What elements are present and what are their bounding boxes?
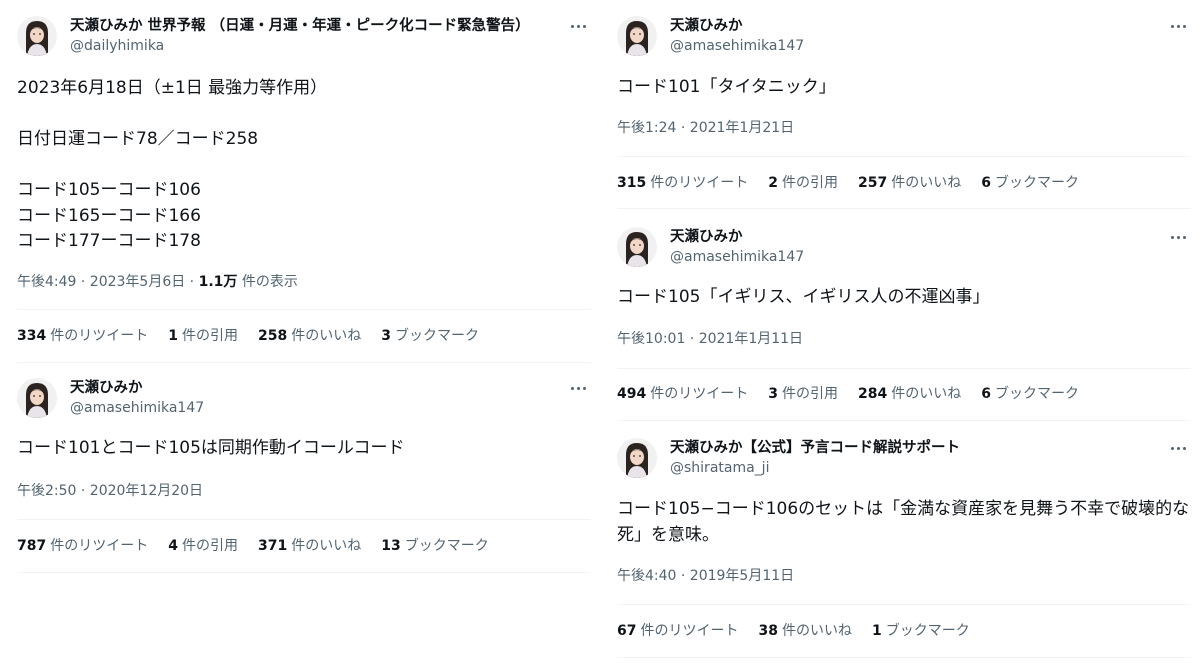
divider <box>617 420 1191 421</box>
divider <box>617 368 1191 369</box>
retweets-stat[interactable]: 787 件のリツイート <box>17 536 148 556</box>
engagement-stats: 334 件のリツイート 1 件の引用 258 件のいいね 3 ブックマーク <box>17 326 591 346</box>
divider <box>17 519 591 520</box>
avatar[interactable] <box>617 16 657 56</box>
tweet-card[interactable]: 天瀬ひみか @amasehimika147 コード101とコード105は同期作動… <box>17 378 591 578</box>
user-handle[interactable]: @shiratama_ji <box>670 459 960 478</box>
user-handle[interactable]: @amasehimika147 <box>670 37 804 56</box>
user-handle[interactable]: @amasehimika147 <box>670 248 804 267</box>
more-horizontal-icon[interactable] <box>1165 16 1191 36</box>
tweet-text: コード101「タイタニック」 <box>617 77 836 97</box>
quotes-stat[interactable]: 3 件の引用 <box>768 384 838 404</box>
timestamp-text[interactable]: 午後4:49 · 2023年5月6日 · <box>17 274 199 290</box>
tweet-card[interactable]: 天瀬ひみか @amasehimika147 コード105「イギリス、イギリス人の… <box>617 227 1191 423</box>
retweets-stat[interactable]: 67 件のリツイート <box>617 621 738 641</box>
user-handle[interactable]: @dailyhimika <box>70 37 530 56</box>
more-horizontal-icon[interactable] <box>565 16 591 36</box>
tweet-timestamp[interactable]: 午後10:01 · 2021年1月11日 <box>617 329 803 349</box>
display-name[interactable]: 天瀬ひみか <box>70 379 204 398</box>
divider <box>617 657 1191 658</box>
bookmarks-stat[interactable]: 6 ブックマーク <box>981 173 1079 193</box>
engagement-stats: 315 件のリツイート 2 件の引用 257 件のいいね 6 ブックマーク <box>617 173 1191 193</box>
tweet-text: コード105−コード106のセットは「金満な資産家を見舞う不幸で破壊的な 死」を… <box>617 499 1190 545</box>
quotes-stat[interactable]: 1 件の引用 <box>168 326 238 346</box>
engagement-stats: 494 件のリツイート 3 件の引用 284 件のいいね 6 ブックマーク <box>617 384 1191 404</box>
engagement-stats: 787 件のリツイート 4 件の引用 371 件のいいね 13 ブックマーク <box>17 536 591 556</box>
divider <box>617 604 1191 605</box>
more-horizontal-icon[interactable] <box>1165 438 1191 458</box>
display-name[interactable]: 天瀬ひみか【公式】予言コード解説サポート <box>670 439 960 458</box>
more-horizontal-icon[interactable] <box>1165 227 1191 247</box>
display-name[interactable]: 天瀬ひみか 世界予報 （日運・月運・年運・ピーク化コード緊急警告） <box>70 17 530 36</box>
tweet-text: コード101とコード105は同期作動イコールコード <box>17 438 405 458</box>
tweet-card[interactable]: 天瀬ひみか 世界予報 （日運・月運・年運・ピーク化コード緊急警告） @daily… <box>17 16 591 364</box>
tweet-timestamp[interactable]: 午後1:24 · 2021年1月21日 <box>617 118 794 138</box>
tweet-timestamp[interactable]: 午後2:50 · 2020年12月20日 <box>17 481 203 501</box>
retweets-stat[interactable]: 494 件のリツイート <box>617 384 748 404</box>
retweets-stat[interactable]: 334 件のリツイート <box>17 326 148 346</box>
user-handle[interactable]: @amasehimika147 <box>70 399 204 418</box>
divider <box>17 572 591 573</box>
tweet-card[interactable]: 天瀬ひみか @amasehimika147 コード101「タイタニック」 午後1… <box>617 16 1191 209</box>
tweet-header: 天瀬ひみか @amasehimika147 <box>617 227 1191 273</box>
likes-stat[interactable]: 257 件のいいね <box>858 173 961 193</box>
views-count: 1.1万 <box>198 274 238 290</box>
likes-stat[interactable]: 284 件のいいね <box>858 384 961 404</box>
likes-stat[interactable]: 371 件のいいね <box>258 536 361 556</box>
bookmarks-stat[interactable]: 1 ブックマーク <box>872 621 970 641</box>
tweet-timestamp[interactable]: 午後4:49 · 2023年5月6日 · 1.1万 件の表示 <box>17 272 298 292</box>
views-label: 件の表示 <box>237 274 298 290</box>
divider <box>17 309 591 310</box>
avatar[interactable] <box>17 16 57 56</box>
bookmarks-stat[interactable]: 13 ブックマーク <box>381 536 488 556</box>
avatar[interactable] <box>617 227 657 267</box>
tweet-card[interactable]: 天瀬ひみか【公式】予言コード解説サポート @shiratama_ji コード10… <box>617 438 1191 667</box>
divider <box>617 156 1191 157</box>
display-name[interactable]: 天瀬ひみか <box>670 17 804 36</box>
tweet-text: 2023年6月18日（±1日 最強力等作用） 日付日運コード78／コード258 … <box>17 78 328 251</box>
bookmarks-stat[interactable]: 6 ブックマーク <box>981 384 1079 404</box>
tweet-text: コード105「イギリス、イギリス人の不運凶事」 <box>617 287 990 307</box>
retweets-stat[interactable]: 315 件のリツイート <box>617 173 748 193</box>
bookmarks-stat[interactable]: 3 ブックマーク <box>381 326 479 346</box>
tweet-header: 天瀬ひみか @amasehimika147 <box>617 16 1191 62</box>
divider <box>617 208 1191 209</box>
avatar[interactable] <box>17 378 57 418</box>
likes-stat[interactable]: 258 件のいいね <box>258 326 361 346</box>
quotes-stat[interactable]: 4 件の引用 <box>168 536 238 556</box>
avatar[interactable] <box>617 438 657 478</box>
tweet-timestamp[interactable]: 午後4:40 · 2019年5月11日 <box>617 566 794 586</box>
display-name[interactable]: 天瀬ひみか <box>670 228 804 247</box>
tweet-header: 天瀬ひみか 世界予報 （日運・月運・年運・ピーク化コード緊急警告） @daily… <box>17 16 591 62</box>
tweet-header: 天瀬ひみか @amasehimika147 <box>17 378 591 424</box>
quotes-stat[interactable]: 2 件の引用 <box>768 173 838 193</box>
divider <box>17 362 591 363</box>
likes-stat[interactable]: 38 件のいいね <box>758 621 851 641</box>
tweet-header: 天瀬ひみか【公式】予言コード解説サポート @shiratama_ji <box>617 438 1191 484</box>
more-horizontal-icon[interactable] <box>565 378 591 398</box>
engagement-stats: 67 件のリツイート 38 件のいいね 1 ブックマーク <box>617 621 1191 641</box>
